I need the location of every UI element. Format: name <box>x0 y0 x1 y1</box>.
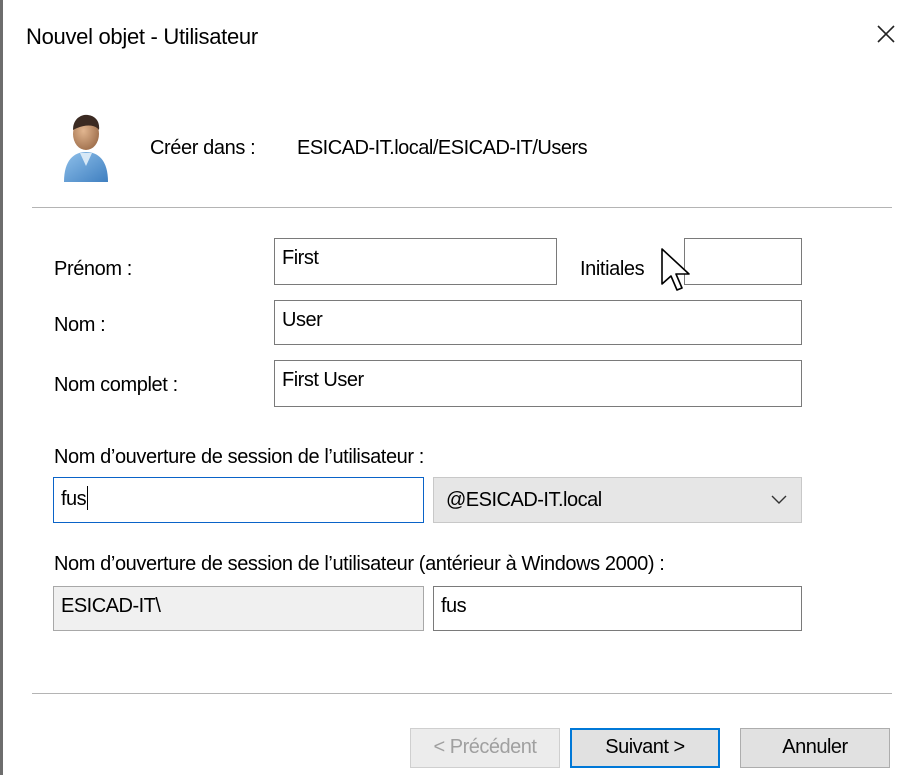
logon-name-value: fus <box>61 488 87 510</box>
dialog-title: Nouvel objet - Utilisateur <box>26 24 258 49</box>
user-avatar-icon <box>64 114 108 182</box>
initials-field[interactable] <box>684 238 802 285</box>
domain-suffix-value: @ESICAD-IT.local <box>446 489 602 511</box>
close-icon[interactable] <box>870 18 899 48</box>
create-in-label: Créer dans : <box>150 137 256 159</box>
logon-name-field[interactable]: fus <box>53 477 424 523</box>
first-name-field[interactable]: First <box>274 238 557 285</box>
last-name-label: Nom : <box>54 314 106 336</box>
initials-label: Initiales <box>580 258 645 280</box>
previous-button[interactable]: < Précédent <box>410 728 560 768</box>
domain-prefix-field: ESICAD-IT\ <box>53 586 424 631</box>
mouse-pointer-icon <box>661 248 690 291</box>
create-in-path: ESICAD-IT.local/ESICAD-IT/Users <box>297 137 588 159</box>
first-name-label: Prénom : <box>54 258 132 280</box>
last-name-field[interactable]: User <box>274 300 802 345</box>
window-left-edge <box>0 0 3 775</box>
logon-name-label: Nom d’ouverture de session de l’utilisat… <box>54 446 424 468</box>
next-button[interactable]: Suivant > <box>570 728 720 768</box>
cancel-button[interactable]: Annuler <box>740 728 890 768</box>
logon-name-pre2000-field[interactable]: fus <box>433 586 802 631</box>
full-name-label: Nom complet : <box>54 374 178 396</box>
text-caret <box>87 486 89 510</box>
chevron-down-icon <box>771 495 787 504</box>
full-name-field[interactable]: First User <box>274 360 802 407</box>
header-divider <box>32 207 892 208</box>
domain-suffix-select[interactable]: @ESICAD-IT.local <box>433 477 802 523</box>
logon-name-pre2000-label: Nom d’ouverture de session de l’utilisat… <box>54 553 665 575</box>
footer-divider <box>32 693 892 694</box>
